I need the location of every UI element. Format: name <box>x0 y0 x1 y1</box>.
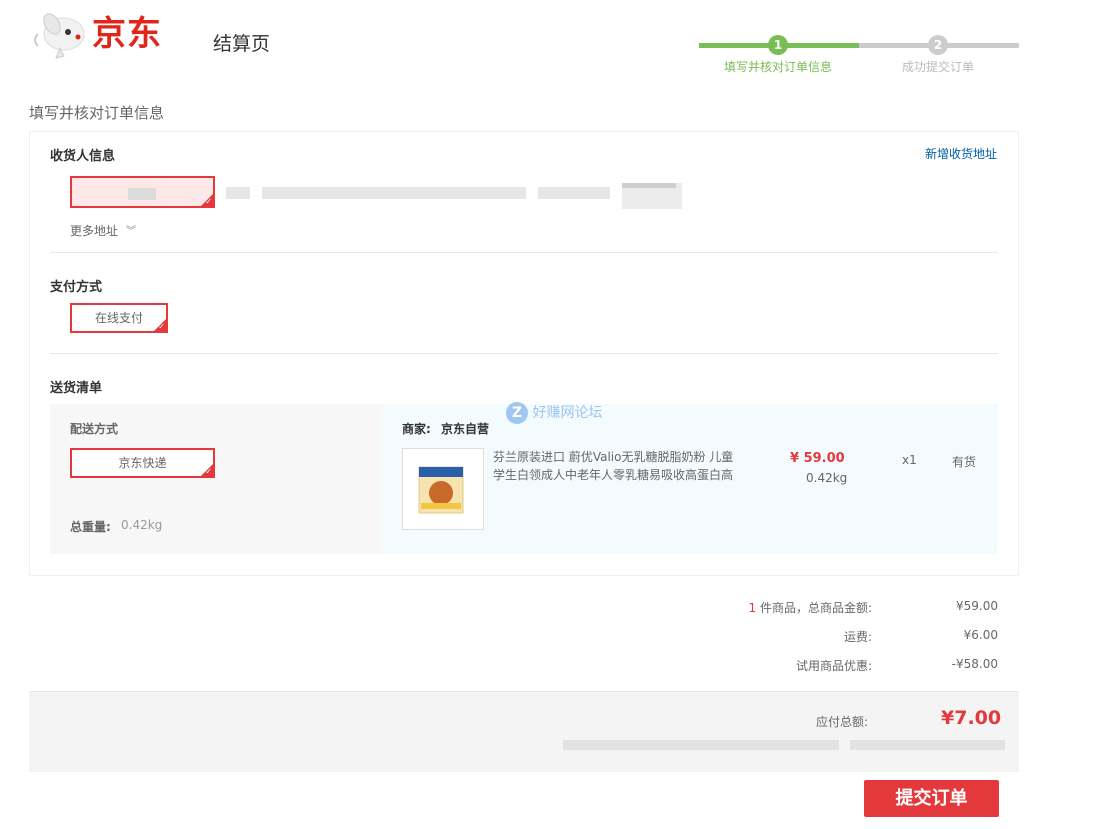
chevron-down-icon[interactable]: ︾ <box>126 222 136 237</box>
item-count-suffix: 件商品，总商品金额: <box>759 601 872 615</box>
total-weight-value: 0.42kg <box>121 518 163 532</box>
shipping-title: 送货清单 <box>50 381 103 396</box>
logo-wordmark: 京东 <box>92 14 162 54</box>
check-icon: ✓ <box>158 322 165 331</box>
forum-watermark: Z 好赚网论坛 <box>506 402 602 424</box>
step-1-label: 填写并核对订单信息 <box>724 60 833 74</box>
payment-option-online[interactable]: 在线支付 ✓ <box>70 303 168 333</box>
payable-total-value: ¥7.00 <box>941 707 1002 729</box>
selected-address-chip[interactable]: ✓ <box>70 176 215 208</box>
payment-option-label: 在线支付 <box>94 311 143 325</box>
divider <box>50 252 998 253</box>
divider <box>50 353 998 354</box>
address-redacted <box>538 187 610 199</box>
product-price: ¥ 59.00 <box>790 451 845 466</box>
address-name-redacted <box>128 188 156 200</box>
delivery-method-label: 配送方式 <box>70 422 119 436</box>
step-2-label: 成功提交订单 <box>902 60 975 74</box>
address-redacted <box>262 187 526 199</box>
product-thumbnail[interactable] <box>402 448 484 530</box>
discount-value: -¥58.00 <box>951 657 998 671</box>
more-address-toggle[interactable]: 更多地址 <box>70 222 118 239</box>
delivery-option-jd-express[interactable]: 京东快递 ✓ <box>70 448 215 478</box>
goods-total-label: 1 件商品，总商品金额: <box>672 599 872 616</box>
submit-order-button[interactable]: 提交订单 <box>864 780 999 817</box>
product-weight: 0.42kg <box>806 471 848 485</box>
page-title: 结算页 <box>213 33 271 55</box>
seller-label: 商家: <box>402 422 431 436</box>
item-count: 1 <box>748 601 757 615</box>
payable-total-label: 应付总额: <box>816 715 869 729</box>
section-heading: 填写并核对订单信息 <box>29 104 165 122</box>
stock-status: 有货 <box>952 455 977 469</box>
watermark-logo-icon: Z <box>506 402 528 424</box>
address-redacted <box>622 183 676 188</box>
milk-powder-box-image <box>418 466 464 514</box>
payment-summary-bar <box>29 691 1019 772</box>
goods-total-value: ¥59.00 <box>956 599 998 613</box>
consignee-title: 收货人信息 <box>50 149 116 164</box>
address-redacted <box>226 187 250 199</box>
product-quantity: x1 <box>902 453 917 467</box>
discount-label: 试用商品优惠: <box>795 659 872 673</box>
check-icon: ✓ <box>205 197 212 206</box>
ship-to-redacted <box>563 740 839 750</box>
check-icon: ✓ <box>205 467 212 476</box>
joy-dog-icon <box>34 13 85 59</box>
seller-name: 京东自营 <box>441 422 490 436</box>
freight-label: 运费: <box>843 630 872 644</box>
product-title-link[interactable]: 芬兰原装进口 蔚优Valio无乳糖脱脂奶粉 儿童学生白领成人中老年人零乳糖易吸收… <box>493 448 741 484</box>
payment-title: 支付方式 <box>50 280 103 295</box>
step-1-badge: 1 <box>768 35 788 55</box>
step-2-badge: 2 <box>928 35 948 55</box>
freight-value: ¥6.00 <box>963 628 998 642</box>
receiver-redacted <box>850 740 1005 750</box>
total-weight-label: 总重量: <box>70 520 111 534</box>
delivery-option-label: 京东快递 <box>118 456 167 470</box>
add-address-link[interactable]: 新增收货地址 <box>925 145 997 162</box>
watermark-text: 好赚网论坛 <box>532 405 603 421</box>
